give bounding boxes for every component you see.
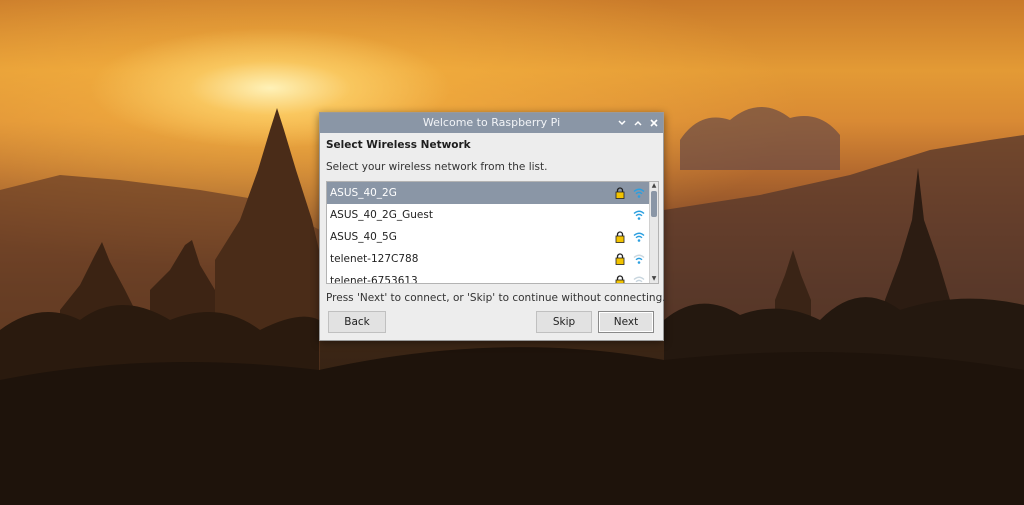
welcome-dialog: Welcome to Raspberry Pi Select Wireless … <box>319 112 666 341</box>
wifi-signal-icon <box>633 188 645 198</box>
scroll-down-icon[interactable]: ▼ <box>650 275 658 283</box>
back-button[interactable]: Back <box>328 311 386 333</box>
list-scrollbar[interactable]: ▲ ▼ <box>649 182 658 283</box>
network-list[interactable]: ASUS_40_2G ASUS_40_2G_Guest ASUS_40_5G t… <box>326 181 659 284</box>
wifi-signal-icon <box>633 210 645 220</box>
network-row[interactable]: ASUS_40_2G_Guest <box>327 204 650 226</box>
network-row[interactable]: ASUS_40_5G <box>327 226 650 248</box>
scroll-up-icon[interactable]: ▲ <box>650 182 658 190</box>
page-heading: Select Wireless Network <box>326 139 471 151</box>
network-name: telenet-6753613 <box>330 275 418 284</box>
next-button[interactable]: Next <box>598 311 654 333</box>
chevron-down-icon[interactable] <box>614 115 630 131</box>
page-subheading: Select your wireless network from the li… <box>326 161 548 173</box>
skip-button[interactable]: Skip <box>536 311 592 333</box>
lock-icon <box>615 231 625 243</box>
network-row[interactable]: telenet-6753613 <box>327 270 650 284</box>
wifi-signal-icon <box>633 254 645 264</box>
title-bar[interactable]: Welcome to Raspberry Pi <box>320 113 663 133</box>
scroll-thumb[interactable] <box>651 191 657 217</box>
wifi-signal-icon <box>633 276 645 283</box>
lock-icon <box>615 275 625 283</box>
network-name: ASUS_40_2G_Guest <box>330 209 433 221</box>
wifi-signal-icon <box>633 232 645 242</box>
network-row[interactable]: telenet-127C788 <box>327 248 650 270</box>
network-name: telenet-127C788 <box>330 253 419 265</box>
network-name: ASUS_40_5G <box>330 231 397 243</box>
window-title: Welcome to Raspberry Pi <box>422 116 561 129</box>
network-row[interactable]: ASUS_40_2G <box>327 182 650 204</box>
lock-icon <box>615 253 625 265</box>
chevron-up-icon[interactable] <box>630 115 646 131</box>
close-icon[interactable] <box>646 115 662 131</box>
network-name: ASUS_40_2G <box>330 187 397 199</box>
connect-hint: Press 'Next' to connect, or 'Skip' to co… <box>326 292 666 304</box>
lock-icon <box>615 187 625 199</box>
